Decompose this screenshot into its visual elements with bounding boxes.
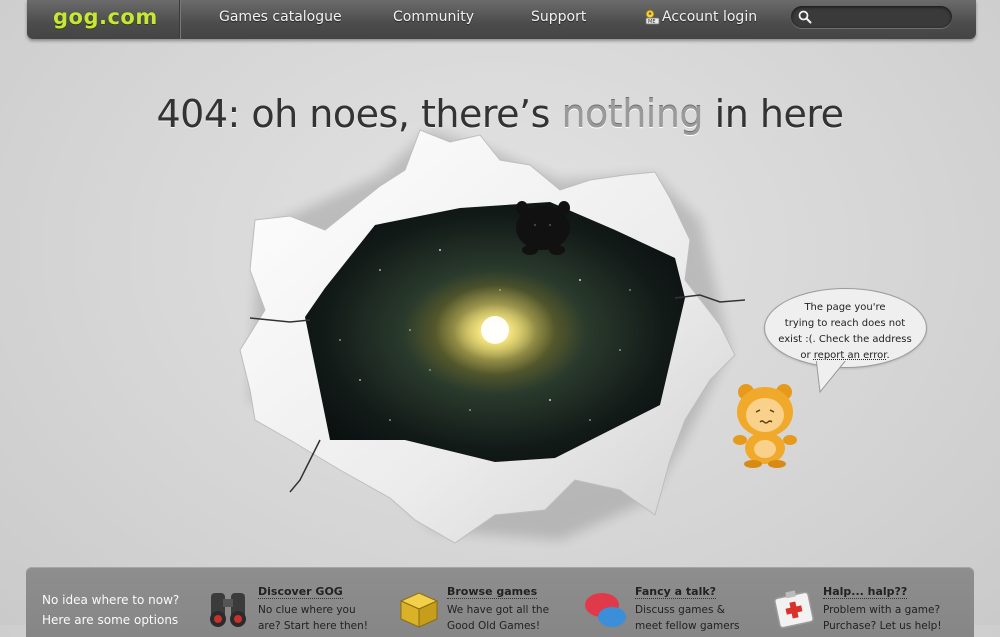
option-description: We have got all the Good Old Games!: [447, 602, 567, 634]
option-desc-line-2: meet fellow gamers: [635, 620, 740, 632]
torn-hole-illustration: [239, 129, 746, 544]
nav-community[interactable]: Community: [393, 9, 474, 25]
option-desc-line-1: We have got all the: [447, 604, 550, 616]
search-input[interactable]: [815, 8, 947, 28]
option-description: No clue where you are? Start here then!: [258, 602, 378, 634]
bottom-intro-line-1: No idea where to now?: [42, 593, 180, 607]
bubble-line-2: trying to reach does not: [784, 318, 906, 329]
bubble-line-1: The page you're: [804, 302, 886, 313]
chat-bubbles-icon: [585, 593, 626, 627]
nav-games-catalogue[interactable]: Games catalogue: [219, 9, 342, 25]
bubble-line-4-prefix: or: [800, 350, 814, 361]
option-title[interactable]: Discover GOG: [258, 585, 343, 599]
search-icon[interactable]: [798, 10, 812, 24]
bubble-line-4-suffix: .: [886, 350, 890, 361]
binoculars-icon: [210, 593, 246, 627]
bubble-line-3: exist :(. Check the address: [778, 334, 912, 345]
orange-mascot: [733, 384, 797, 468]
option-desc-line-2: Purchase? Let us help!: [823, 620, 942, 632]
option-description: Problem with a game? Purchase? Let us he…: [823, 602, 943, 634]
option-title[interactable]: Fancy a talk?: [635, 585, 717, 599]
option-desc-line-1: No clue where you: [258, 604, 356, 616]
svg-text:ME: ME: [648, 19, 655, 25]
box-icon: [399, 592, 439, 628]
option-desc-line-2: Good Old Games!: [447, 620, 541, 632]
gog-logo[interactable]: gog.com: [53, 5, 158, 29]
option-title[interactable]: Halp... halp??: [823, 585, 908, 599]
black-creature: [516, 201, 570, 255]
option-description: Discuss games & meet fellow gamers: [635, 602, 755, 634]
bubble-line-4: or report an error.: [776, 348, 914, 364]
top-nav-bar: gog.com Games catalogue Community Suppor…: [27, 0, 976, 39]
bottom-intro-line-2: Here are some options: [42, 613, 179, 627]
option-title[interactable]: Browse games: [447, 585, 538, 599]
option-desc-line-1: Discuss games &: [635, 604, 725, 616]
account-key-icon: ME: [645, 9, 660, 25]
search-box[interactable]: [791, 6, 952, 28]
bottom-intro: No idea where to now? Here are some opti…: [42, 590, 192, 630]
logo-cell: gog.com: [27, 0, 180, 39]
bubble-message: The page you're trying to reach does not…: [776, 300, 914, 364]
nav-support[interactable]: Support: [531, 9, 586, 25]
first-aid-icon: [774, 590, 814, 629]
option-desc-line-2: are? Start here then!: [258, 620, 368, 632]
nav-account-login[interactable]: Account login: [662, 9, 757, 25]
option-desc-line-1: Problem with a game?: [823, 604, 941, 616]
report-error-link[interactable]: report an error: [814, 350, 887, 361]
